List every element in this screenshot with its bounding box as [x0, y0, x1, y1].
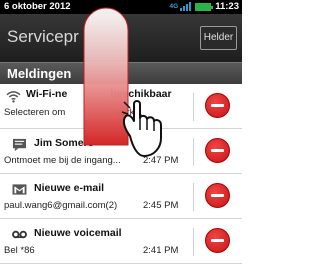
row-divider [193, 183, 194, 211]
title-bar: Servicepr Helder [0, 14, 242, 62]
delete-notification-button[interactable] [205, 93, 230, 118]
status-bar: 6 oktober 2012 4G 11:23 [0, 0, 242, 14]
notification-item-voicemail[interactable]: Nieuwe voicemail Bel *86 2:41 PM [0, 219, 242, 264]
battery-icon [195, 2, 214, 11]
notification-item-email[interactable]: Nieuwe e-mail paul.wang6@gmail.com(2) 2:… [0, 174, 242, 219]
status-date: 6 oktober 2012 [4, 1, 71, 12]
delete-notification-button[interactable] [205, 228, 230, 253]
notification-subtitle: Selecteren om werk... [4, 107, 143, 118]
row-divider [193, 138, 194, 166]
voicemail-icon [12, 230, 27, 239]
clear-button[interactable]: Helder [200, 26, 237, 50]
notification-item-message[interactable]: Jim Somers Ontmoet me bij de ingang... 2… [0, 129, 242, 174]
notification-title: Nieuwe e-mail [34, 182, 105, 194]
section-header-label: Meldingen [7, 66, 72, 81]
notification-subtitle: paul.wang6@gmail.com(2) [4, 200, 118, 211]
delete-notification-button[interactable] [205, 183, 230, 208]
notification-time: 2:47 PM [143, 155, 179, 166]
notification-list: Wi-Fi-ne beschikbaar Selecteren om werk...… [0, 84, 242, 264]
notification-time: 2:45 PM [143, 200, 179, 211]
signal-strength-icon [180, 2, 192, 11]
wifi-icon [6, 91, 21, 103]
page-title: Servicepr [7, 27, 79, 46]
row-divider [193, 93, 194, 121]
notification-item-wifi[interactable]: Wi-Fi-ne beschikbaar Selecteren om werk... [0, 84, 242, 129]
section-header: Meldingen [0, 62, 242, 84]
notification-time: 2:41 PM [143, 245, 179, 256]
status-time: 11:23 [215, 1, 239, 12]
notification-title: Nieuwe voicemail [34, 227, 122, 239]
notification-title: Jim Somers [34, 137, 94, 149]
status-indicators: 4G 11:23 [170, 1, 239, 12]
message-icon [13, 138, 26, 151]
gmail-icon [12, 184, 27, 195]
notification-subtitle: Bel *86 [4, 245, 35, 256]
notification-title: Wi-Fi-ne beschikbaar [26, 88, 172, 100]
row-divider [193, 228, 194, 256]
notification-subtitle: Ontmoet me bij de ingang... [4, 155, 121, 166]
delete-notification-button[interactable] [205, 138, 230, 163]
network-type-indicator: 4G [169, 2, 179, 10]
